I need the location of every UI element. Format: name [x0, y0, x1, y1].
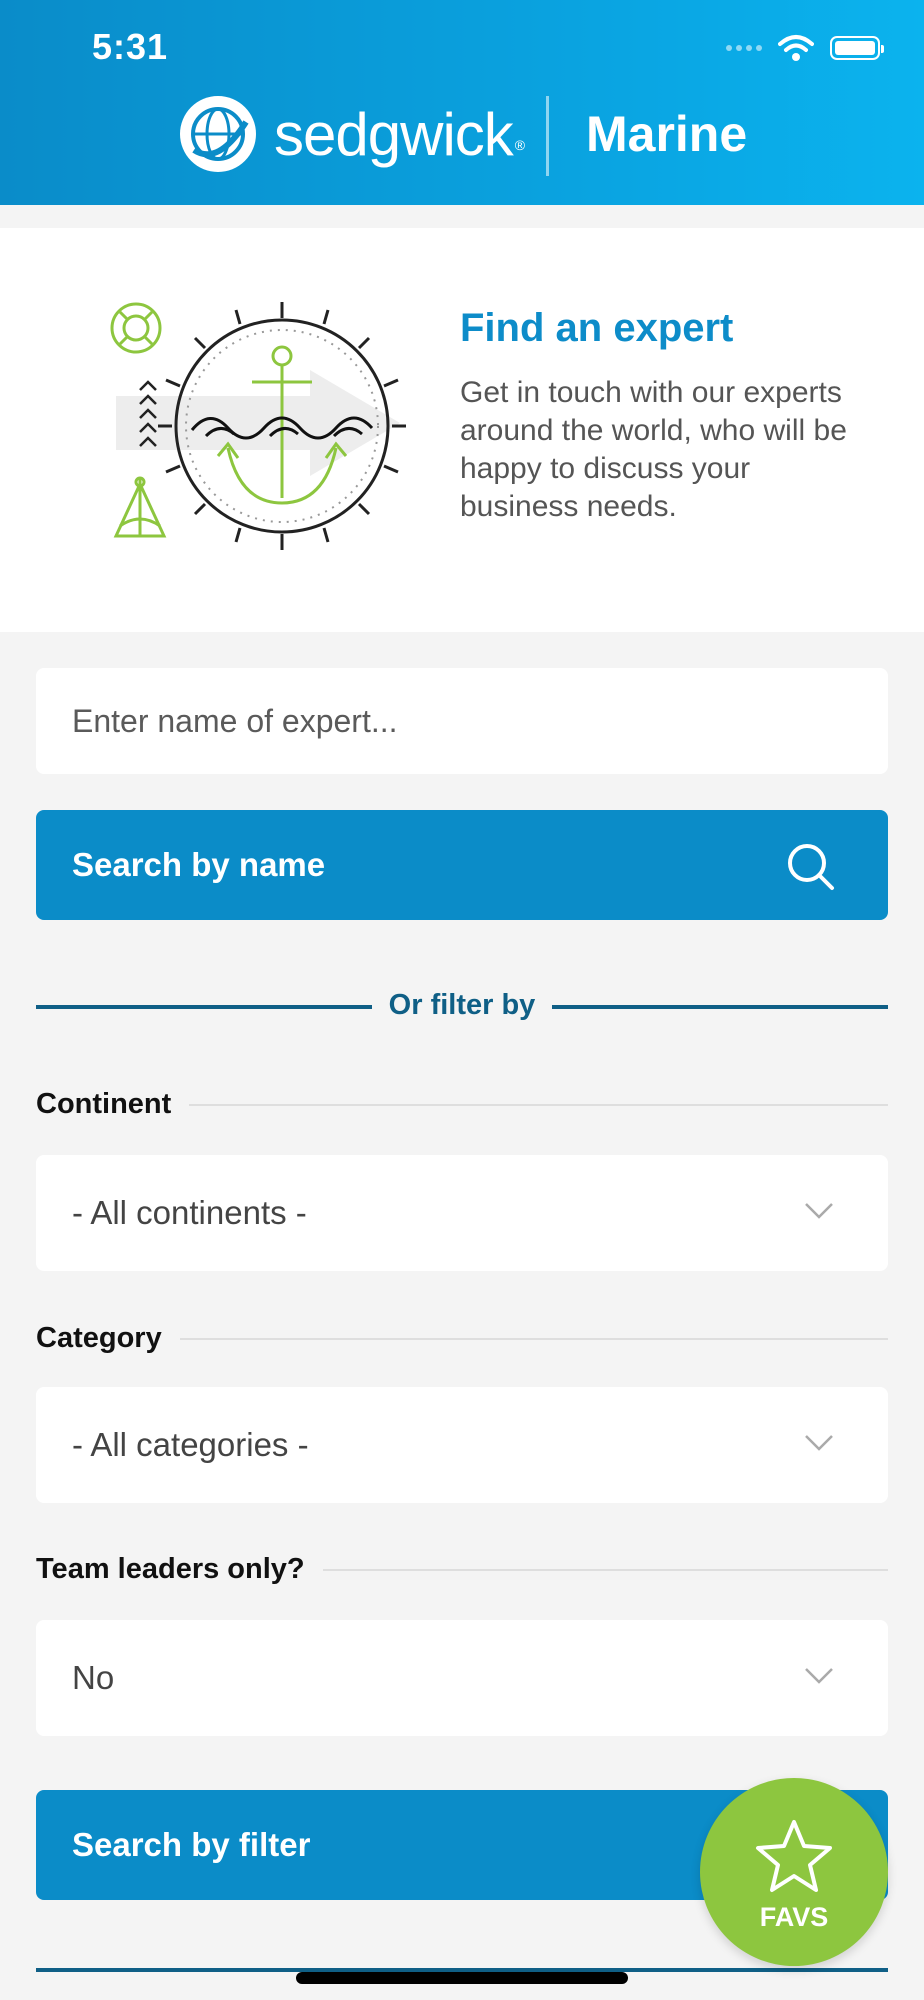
battery-icon [830, 36, 884, 60]
globe-logo-icon [180, 96, 256, 172]
intro-title: Find an expert [460, 306, 734, 350]
continent-value: - All continents - [72, 1194, 307, 1231]
filter-divider: Or filter by [36, 985, 888, 1025]
header-divider [546, 96, 549, 176]
intro-text: Get in touch with our experts around the… [460, 376, 847, 523]
category-select[interactable]: - All categories - [36, 1387, 888, 1503]
status-time: 5:31 [92, 26, 169, 67]
search-by-filter-label: Search by filter [72, 1826, 311, 1863]
signal-icon [726, 45, 762, 51]
anchor-compass-illustration [110, 302, 406, 550]
category-label-row: Category [36, 1322, 888, 1355]
continent-label: Continent [36, 1088, 172, 1120]
favs-label: FAVS [759, 1902, 829, 1932]
sedgwick-logo: sedgwick ® [176, 92, 525, 176]
team-leaders-label-row: Team leaders only? [36, 1553, 888, 1586]
category-label: Category [36, 1322, 162, 1354]
search-icon [788, 844, 834, 890]
status-icons [726, 34, 884, 62]
search-by-name-button[interactable]: Search by name [36, 810, 888, 920]
search-by-name-label: Search by name [72, 846, 326, 883]
star-icon [756, 1820, 832, 1892]
team-leaders-value: No [72, 1659, 115, 1696]
chevron-down-icon [805, 1203, 833, 1219]
team-leaders-select[interactable]: No [36, 1620, 888, 1736]
chevron-down-icon [805, 1668, 833, 1684]
wifi-icon [778, 35, 814, 61]
app-header: 5:31 sedgwick ® Marine [0, 0, 924, 205]
category-value: - All categories - [72, 1426, 309, 1463]
team-leaders-label: Team leaders only? [36, 1553, 305, 1585]
brand-name: sedgwick [274, 100, 514, 168]
continent-label-row: Continent [36, 1088, 888, 1121]
continent-select[interactable]: - All continents - [36, 1155, 888, 1271]
expert-name-input[interactable] [36, 668, 888, 774]
registered-mark: ® [514, 137, 526, 153]
home-indicator[interactable] [296, 1972, 628, 1984]
intro-card: Find an expert Get in touch with our exp… [0, 228, 924, 632]
favs-button[interactable]: FAVS [700, 1778, 888, 1966]
section-title: Marine [586, 106, 748, 162]
chevron-down-icon [805, 1435, 833, 1451]
